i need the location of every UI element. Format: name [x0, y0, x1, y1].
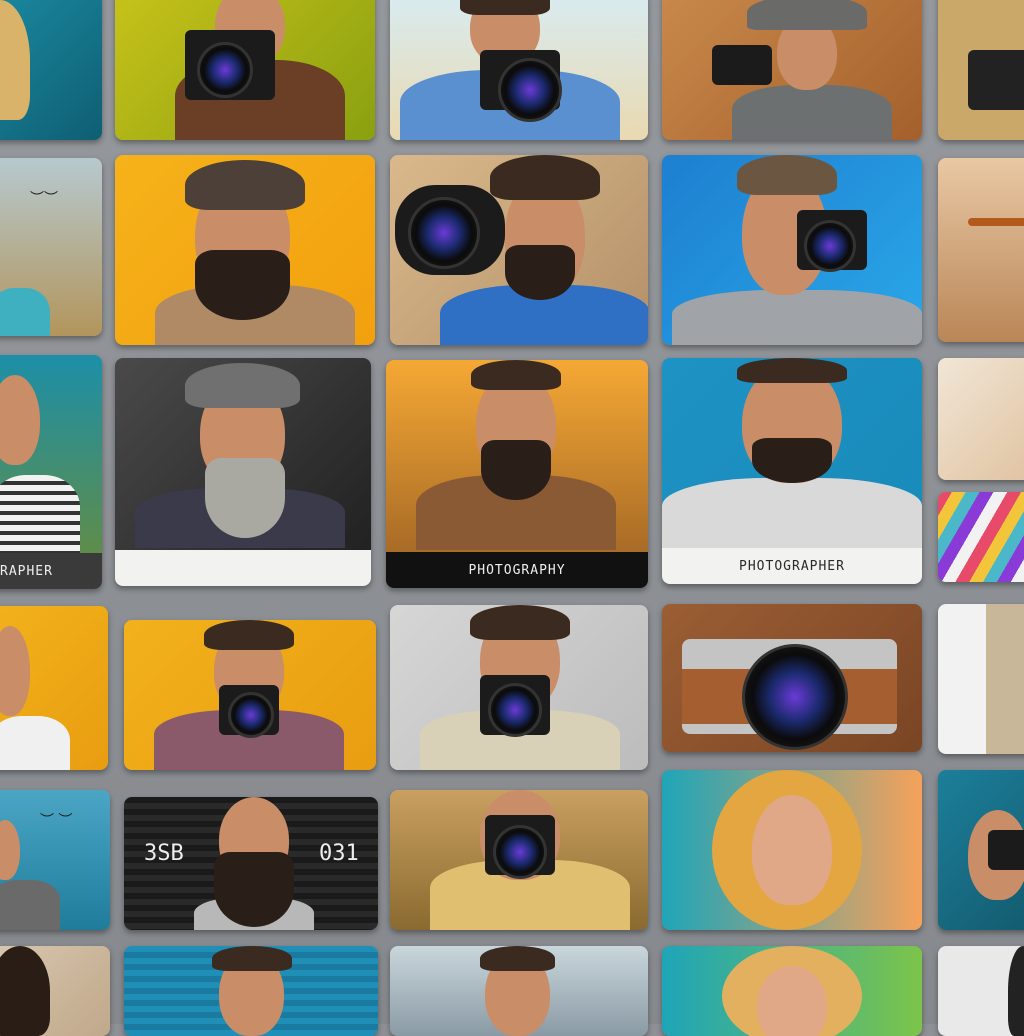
frame-border — [986, 604, 1024, 754]
photo-card-r2c2 — [115, 155, 375, 345]
beard — [195, 250, 290, 320]
lens-icon — [804, 220, 856, 272]
photo-card-r5c3 — [390, 790, 648, 930]
photo-card-r4c2 — [124, 620, 376, 770]
hair — [471, 360, 561, 390]
bar-label-left: 3SB — [144, 841, 184, 866]
bird-icon: ︶︶ — [30, 191, 58, 207]
hair — [1008, 946, 1024, 1036]
photo-card-r6c4 — [662, 946, 922, 1036]
plane-icon — [968, 218, 1024, 226]
head — [0, 626, 30, 716]
hair — [737, 358, 847, 383]
photo-card-r2c3 — [390, 155, 648, 345]
photo-card-r5c4 — [662, 770, 922, 930]
hat — [747, 0, 867, 30]
photo-card-r4c4 — [662, 604, 922, 752]
torso — [0, 288, 50, 336]
beard — [505, 245, 575, 300]
caption-strip: PHOTOGRAPHER — [662, 548, 922, 584]
photo-card-r1c2 — [115, 0, 375, 140]
photo-card-r2c1: ︶︶ — [0, 158, 102, 336]
lens-icon — [493, 825, 547, 879]
beard — [752, 438, 832, 483]
torso — [732, 85, 892, 140]
hair — [460, 0, 550, 15]
caption-strip — [115, 550, 371, 586]
hair — [185, 363, 300, 408]
photo-card-r5c2: 3SB 031 — [124, 797, 378, 930]
photo-card-r1c3 — [390, 0, 648, 140]
photo-card-r1c1 — [0, 0, 102, 140]
photo-card-r6c2 — [124, 946, 378, 1036]
hair — [490, 155, 600, 200]
torso — [0, 475, 80, 555]
torso — [662, 478, 922, 548]
hair — [204, 620, 294, 650]
lens-icon — [488, 683, 542, 737]
hair — [737, 155, 837, 195]
camera-icon — [988, 830, 1024, 870]
photo-card-r3c5b — [938, 492, 1024, 582]
photo-card-r3c5 — [938, 358, 1024, 480]
photo-card-r3c4: PHOTOGRAPHER — [662, 358, 922, 584]
beard — [214, 852, 294, 927]
lens-icon — [197, 42, 253, 98]
hair — [0, 0, 30, 120]
hair — [470, 605, 570, 640]
photo-card-r4c5 — [938, 604, 1024, 754]
hair — [185, 160, 305, 210]
caption-strip: RAPHER — [0, 553, 102, 589]
photo-card-r2c4 — [662, 155, 922, 345]
torso — [0, 716, 70, 770]
bag-icon — [968, 50, 1024, 110]
photo-card-r6c3 — [390, 946, 648, 1036]
hair — [480, 946, 555, 971]
head — [752, 795, 832, 905]
hair — [0, 946, 50, 1036]
lens-icon — [498, 58, 562, 122]
photo-card-r6c1 — [0, 946, 110, 1036]
photo-card-r1c5 — [938, 0, 1024, 140]
camera-icon — [712, 45, 772, 85]
photo-card-r4c1 — [0, 606, 108, 770]
photo-card-r3c1: RAPHER — [0, 355, 102, 589]
torso — [672, 290, 922, 345]
photo-card-r3c2 — [115, 358, 371, 586]
photo-card-r5c5 — [938, 770, 1024, 930]
caption-text: RAPHER — [0, 563, 53, 579]
caption-text: PHOTOGRAPHER — [739, 558, 845, 574]
lens-icon — [228, 692, 274, 738]
lens-icon — [742, 644, 848, 750]
photo-card-r3c3: PHOTOGRAPHY — [386, 360, 648, 588]
bird-icon: ︶ ︶ — [40, 813, 73, 829]
head — [757, 966, 827, 1036]
caption-text: PHOTOGRAPHY — [468, 562, 566, 578]
hair — [212, 946, 292, 971]
photo-card-r1c4 — [662, 0, 922, 140]
caption-strip: PHOTOGRAPHY — [386, 552, 648, 588]
beard — [205, 458, 285, 538]
photo-card-r4c3 — [390, 605, 648, 770]
lens-icon — [408, 197, 480, 269]
bar-label-right: 031 — [319, 841, 359, 866]
photo-card-r6c5 — [938, 946, 1024, 1036]
photo-card-r2c5 — [938, 158, 1024, 342]
torso — [0, 880, 60, 930]
beard — [481, 440, 551, 500]
photo-card-r5c1: ︶ ︶ — [0, 790, 110, 930]
head — [0, 820, 20, 880]
head — [0, 375, 40, 465]
